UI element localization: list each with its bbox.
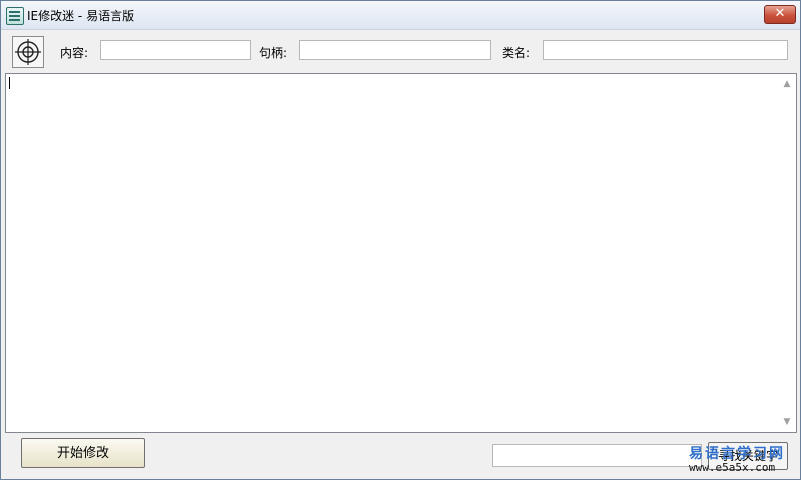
main-window: IE修改迷 - 易语言版 ✕ 内容: 句柄: 类名: ▲ ▼ 开始修改 寻找关键… [0,0,801,480]
target-picker-button[interactable] [12,36,44,68]
watermark-url: www.e5a5x.com [689,461,776,474]
content-field[interactable] [100,40,251,60]
vertical-scrollbar[interactable]: ▲ ▼ [779,75,795,431]
close-icon: ✕ [774,6,786,21]
scroll-up-icon[interactable]: ▲ [779,77,795,91]
html-editor[interactable]: ▲ ▼ [5,73,797,433]
handle-label: 句柄: [259,46,288,60]
content-label: 内容: [60,46,89,60]
class-label: 类名: [502,46,531,60]
text-caret [9,77,10,89]
app-icon [6,7,24,25]
window-title: IE修改迷 - 易语言版 [27,9,135,23]
keyword-input[interactable] [492,444,702,467]
handle-field[interactable] [299,40,491,60]
start-modify-button[interactable]: 开始修改 [21,438,145,468]
watermark-title: 易语言学习网 [689,446,785,462]
close-button[interactable]: ✕ [764,5,796,24]
scroll-down-icon[interactable]: ▼ [779,415,795,429]
title-bar[interactable]: IE修改迷 - 易语言版 ✕ [1,1,800,30]
class-field[interactable] [543,40,788,60]
crosshair-icon [15,39,41,65]
